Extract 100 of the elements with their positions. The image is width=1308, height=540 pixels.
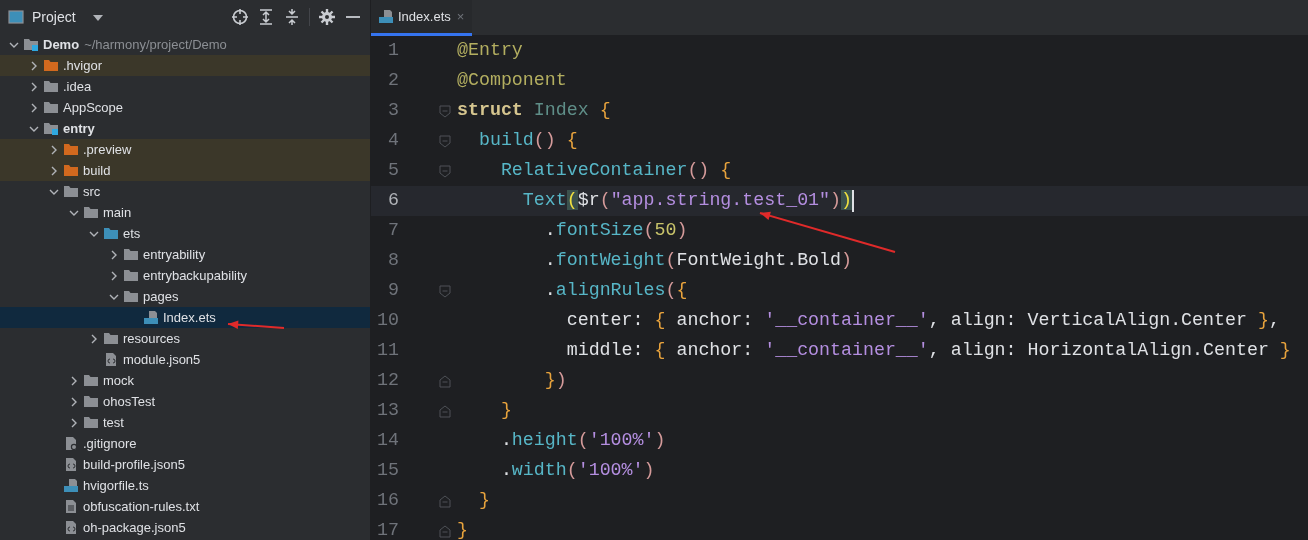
text-file-icon [64, 500, 78, 513]
line-number: 10 [376, 309, 400, 333]
folder-icon [44, 101, 58, 114]
tree-item[interactable]: Index.ets [0, 307, 370, 328]
line-number: 3 [387, 99, 400, 123]
folder-icon [104, 227, 118, 240]
folder-icon [104, 332, 118, 345]
item-label: build [83, 161, 111, 180]
code-line: .fontWeight(FontWeight.Bold) [543, 249, 852, 273]
code-line: struct Index { [457, 99, 611, 123]
item-label: AppScope [63, 98, 123, 117]
line-number: 8 [387, 249, 400, 273]
collapse-all-icon[interactable] [283, 8, 301, 26]
tree-item[interactable]: ohosTest [0, 391, 370, 412]
code-line: } [457, 519, 468, 540]
tree-item[interactable]: resources [0, 328, 370, 349]
item-label: .gitignore [83, 434, 137, 453]
folder-icon [124, 269, 138, 282]
folder-icon [84, 416, 98, 429]
json-file-icon [104, 353, 118, 366]
item-label: src [83, 182, 101, 201]
item-label: entrybackupability [143, 266, 248, 285]
code-line: }) [543, 369, 567, 393]
item-label: obfuscation-rules.txt [83, 497, 200, 516]
item-label: oh-package.json5 [83, 518, 186, 537]
line-number: 6 [387, 189, 400, 213]
tree-item[interactable]: entrybackupability [0, 265, 370, 286]
code-line: middle: { anchor: '__container__', align: HorizontalAlign.Center } [565, 339, 1291, 363]
tree-item[interactable]: build-profile.json5 [0, 454, 370, 475]
folder-icon [84, 206, 98, 219]
line-number: 13 [376, 399, 400, 423]
code-line: } [499, 399, 512, 423]
tree-item[interactable]: src [0, 181, 370, 202]
panel-icon [8, 9, 24, 25]
tree-item[interactable]: pages [0, 286, 370, 307]
code-line: center: { anchor: '__container__', align: VerticalAlign.Center }, [565, 309, 1280, 333]
target-icon[interactable] [231, 8, 249, 26]
code-line: } [477, 489, 490, 513]
tree-item[interactable]: Demo ~/harmony/project/Demo [0, 34, 370, 55]
project-path: ~/harmony/project/Demo [84, 35, 227, 54]
tree-item[interactable]: build [0, 160, 370, 181]
tree-item[interactable]: main [0, 202, 370, 223]
tree-item[interactable]: test [0, 412, 370, 433]
line-number: 15 [376, 459, 400, 483]
folder-icon [124, 290, 138, 303]
text-cursor [852, 190, 855, 212]
line-number: 4 [387, 129, 400, 153]
ets-file-icon [379, 10, 393, 23]
code-line: .alignRules({ [543, 279, 688, 303]
tree-item[interactable]: hvigorfile.ts [0, 475, 370, 496]
item-label: mock [103, 371, 135, 390]
module-folder-icon [44, 122, 58, 135]
item-label: module.json5 [123, 350, 201, 369]
code-line: .width('100%') [499, 459, 655, 483]
editor-tab[interactable]: Index.ets × [371, 0, 473, 36]
item-label: resources [123, 329, 181, 348]
line-number: 7 [387, 219, 400, 243]
item-label: test [103, 413, 124, 432]
ts-file-icon [64, 479, 78, 492]
line-number: 14 [376, 429, 400, 453]
tree-item[interactable]: obfuscation-rules.txt [0, 496, 370, 517]
tree-item[interactable]: .preview [0, 139, 370, 160]
item-label: main [103, 203, 132, 222]
code-line: Text($r("app.string.test_01")) [521, 189, 853, 213]
code-line: RelativeContainer() { [499, 159, 732, 183]
tree-item[interactable]: module.json5 [0, 349, 370, 370]
tree-item[interactable]: entryability [0, 244, 370, 265]
folder-icon [44, 80, 58, 93]
line-number: 1 [387, 39, 400, 63]
panel-title[interactable]: Project [32, 6, 76, 28]
tree-item[interactable]: AppScope [0, 97, 370, 118]
tree-item[interactable]: .idea [0, 76, 370, 97]
json-file-icon [64, 521, 78, 534]
item-label: .idea [63, 77, 92, 96]
settings-icon[interactable] [318, 8, 336, 26]
code-line: @Entry [457, 39, 523, 63]
tree-item[interactable]: entry [0, 118, 370, 139]
folder-icon [64, 185, 78, 198]
item-label: ets [123, 224, 141, 243]
folder-icon [124, 248, 138, 261]
dropdown-caret-icon[interactable] [91, 12, 104, 22]
line-number: 16 [376, 489, 400, 513]
line-number: 11 [376, 339, 400, 363]
ets-file-icon [144, 311, 158, 324]
item-label: .hvigor [63, 56, 103, 75]
item-label: hvigorfile.ts [83, 476, 149, 495]
expand-all-icon[interactable] [257, 8, 275, 26]
tree-item[interactable]: oh-package.json5 [0, 517, 370, 538]
item-label: ohosTest [103, 392, 156, 411]
tree-item[interactable]: .gitignore [0, 433, 370, 454]
tree-item[interactable]: ets [0, 223, 370, 244]
item-label: .preview [83, 140, 132, 159]
line-number: 5 [387, 159, 400, 183]
code-line: .fontSize(50) [543, 219, 688, 243]
folder-icon [64, 164, 78, 177]
folder-icon [84, 395, 98, 408]
code-line: build() { [477, 129, 578, 153]
tree-item[interactable]: mock [0, 370, 370, 391]
item-label: build-profile.json5 [83, 455, 185, 474]
tree-item[interactable]: .hvigor [0, 55, 370, 76]
